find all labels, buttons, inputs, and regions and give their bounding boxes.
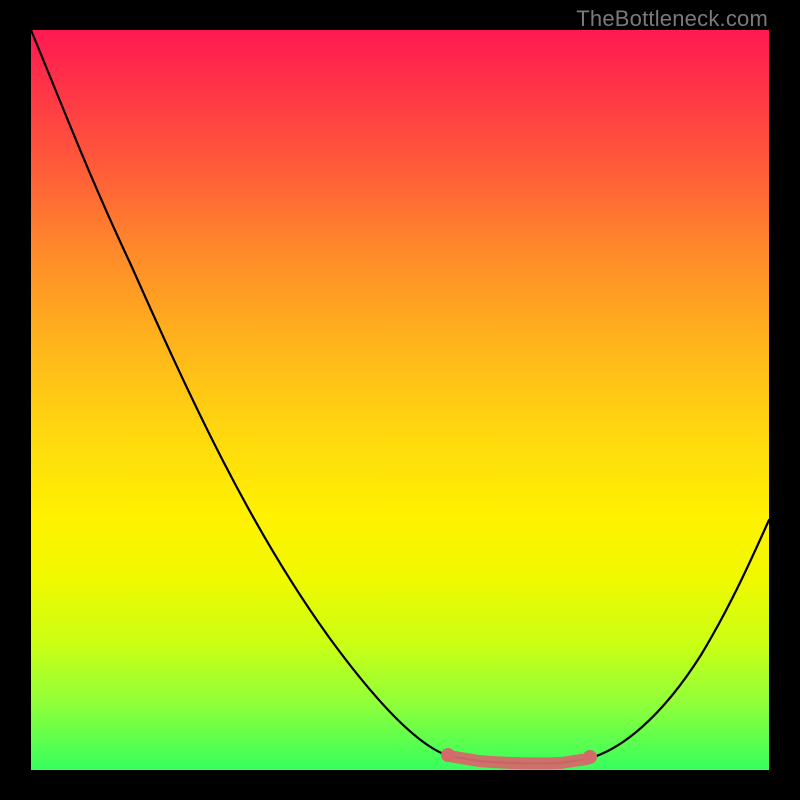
- optimal-range-band: [449, 756, 587, 763]
- marker-right: [583, 750, 597, 764]
- watermark-text: TheBottleneck.com: [576, 6, 768, 32]
- marker-left: [441, 748, 455, 762]
- bottleneck-curve: [31, 30, 769, 763]
- curve-svg: [31, 30, 769, 770]
- chart-frame: TheBottleneck.com: [0, 0, 800, 800]
- plot-area: [31, 30, 769, 770]
